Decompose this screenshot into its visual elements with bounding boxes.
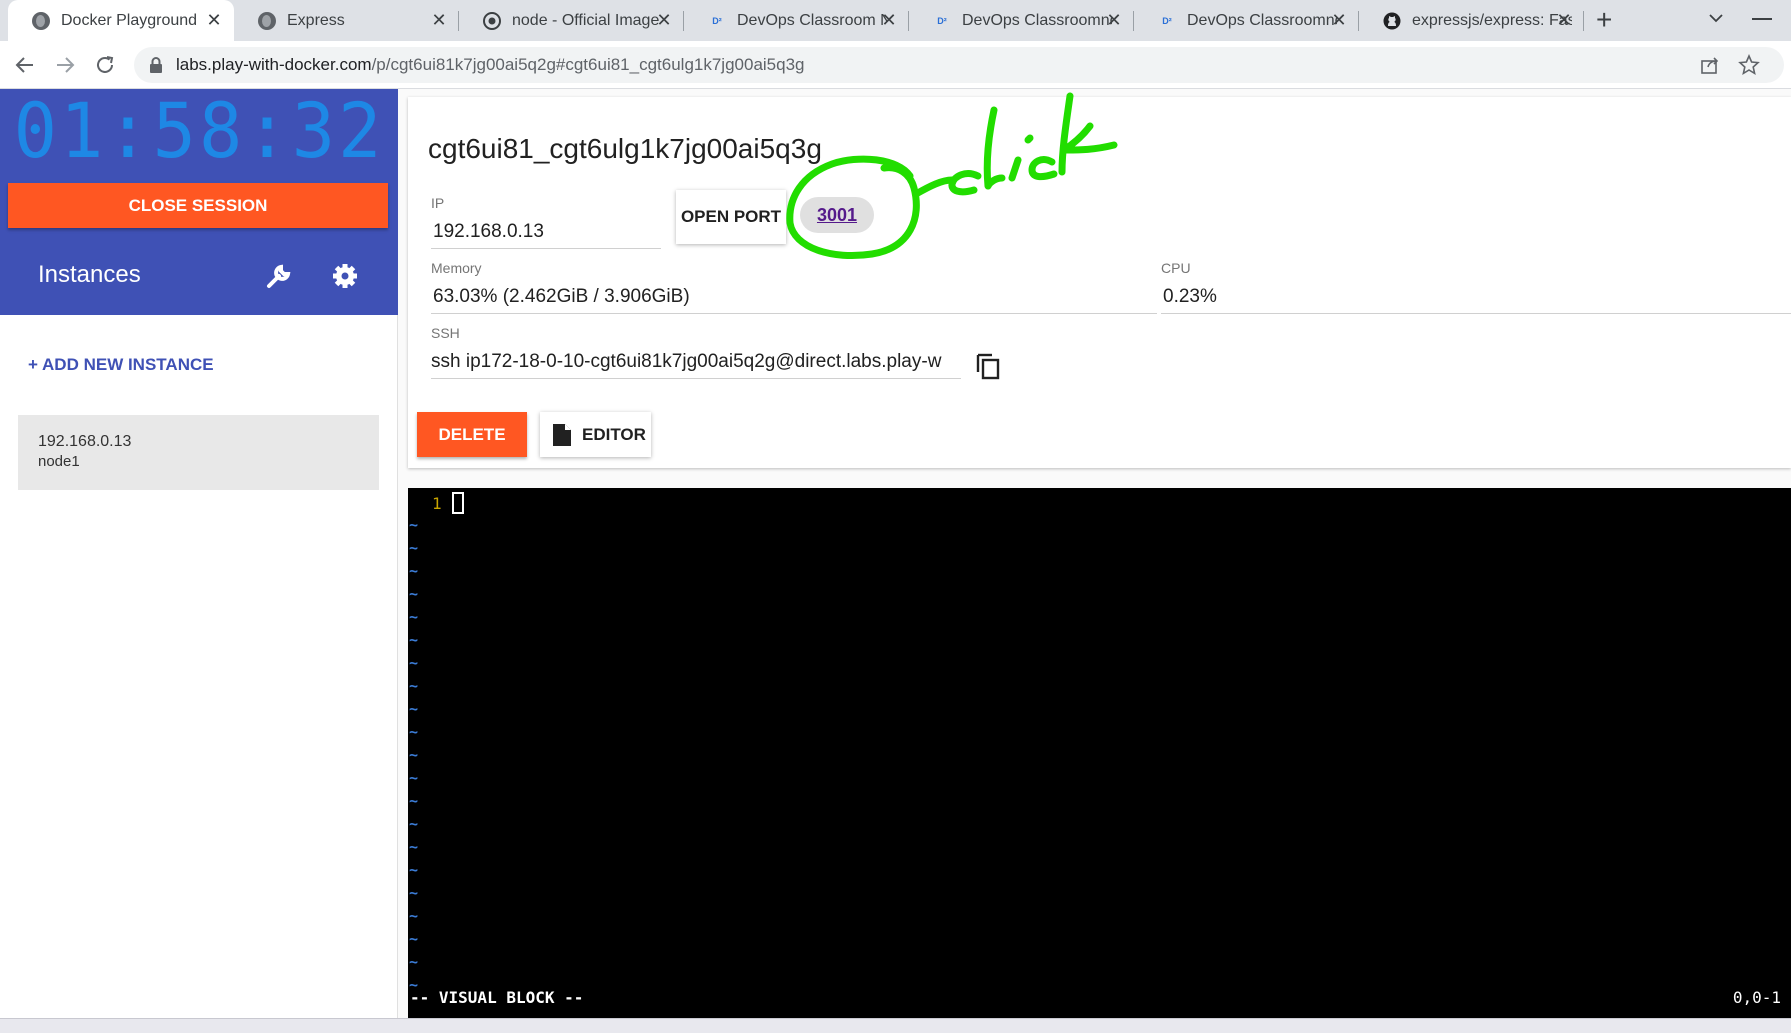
sidebar-instance-list: + ADD NEW INSTANCE 192.168.0.13 node1	[0, 315, 398, 1018]
vim-tilde: ~	[409, 838, 419, 856]
tab-express[interactable]: Express ✕	[234, 0, 459, 41]
tab-title: DevOps Classroomno	[1187, 11, 1337, 29]
vim-tilde: ~	[409, 585, 419, 603]
memory-value[interactable]: 63.03% (2.462GiB / 3.906GiB)	[433, 286, 690, 308]
vim-tilde: ~	[409, 792, 419, 810]
ssh-command-field[interactable]: ssh ip172-18-0-10-cgt6ui81k7jg00ai5q2g@d…	[431, 351, 961, 373]
vim-tilde: ~	[409, 723, 419, 741]
tab-devops-classroom-2[interactable]: D² DevOps Classroomnot ✕	[909, 0, 1134, 41]
new-tab-button[interactable]: +	[1596, 4, 1612, 36]
lock-icon[interactable]	[149, 57, 163, 73]
vim-tilde: ~	[409, 769, 419, 787]
tab-title: DevOps Classroomnot	[962, 11, 1112, 29]
tab-title: node - Official Image	[512, 11, 660, 29]
editor-button[interactable]: EDITOR	[540, 412, 651, 457]
delete-button[interactable]: DELETE	[417, 412, 527, 457]
back-arrow-icon[interactable]	[12, 52, 38, 78]
globe-icon	[258, 11, 276, 30]
close-icon[interactable]: ✕	[1329, 10, 1349, 30]
share-icon[interactable]	[1700, 55, 1720, 75]
terminal-cursor	[452, 492, 464, 514]
devops-icon: D²	[1162, 15, 1172, 26]
chevron-down-icon[interactable]	[1706, 8, 1726, 28]
instance-hostname: cgt6ui81_cgt6ulg1k7jg00ai5q3g	[428, 133, 822, 164]
vim-mode-indicator: -- VISUAL BLOCK --	[410, 988, 584, 1007]
docker-hub-icon	[483, 11, 501, 30]
vim-tilde: ~	[409, 539, 419, 557]
tab-title: expressjs/express: Fas	[1412, 11, 1572, 29]
instance-list-item[interactable]: 192.168.0.13 node1	[18, 415, 379, 490]
session-timer: 01:58:32	[13, 86, 385, 176]
vim-tilde: ~	[409, 930, 419, 948]
close-icon[interactable]: ✕	[1554, 10, 1574, 30]
instance-name: node1	[38, 453, 80, 470]
vim-tilde: ~	[409, 516, 419, 534]
vim-empty-lines: ~ ~ ~ ~ ~ ~ ~ ~ ~ ~ ~ ~ ~ ~ ~ ~ ~ ~ ~ ~ ~	[409, 514, 418, 997]
devops-icon: D²	[937, 15, 947, 26]
copy-icon[interactable]	[974, 351, 1004, 381]
click-annotation: click	[780, 78, 1130, 273]
wrench-icon[interactable]	[264, 261, 294, 291]
instance-ip: 192.168.0.13	[38, 433, 132, 450]
vim-cursor-position: 0,0-1	[1732, 988, 1781, 1007]
ip-value[interactable]: 192.168.0.13	[433, 221, 544, 243]
close-icon[interactable]: ✕	[654, 10, 674, 30]
tab-devops-classroom-3[interactable]: D² DevOps Classroomno ✕	[1134, 0, 1359, 41]
vim-tilde: ~	[409, 815, 419, 833]
tab-docker-playground[interactable]: Docker Playground ✕	[8, 0, 234, 41]
tab-title: DevOps Classroom No	[737, 11, 887, 29]
url-host: labs.play-with-docker.com	[176, 55, 372, 74]
vim-tilde: ~	[409, 953, 419, 971]
vim-tilde: ~	[409, 654, 419, 672]
tab-expressjs-github[interactable]: expressjs/express: Fas ✕	[1359, 0, 1584, 41]
devops-icon: D²	[712, 15, 722, 26]
reload-icon[interactable]	[92, 52, 118, 78]
tab-title: Docker Playground	[61, 11, 198, 29]
memory-label: Memory	[431, 260, 482, 276]
add-new-instance-button[interactable]: + ADD NEW INSTANCE	[28, 355, 214, 375]
tab-devops-classroom-1[interactable]: D² DevOps Classroom No ✕	[684, 0, 909, 41]
terminal[interactable]: 1 ~ ~ ~ ~ ~ ~ ~ ~ ~ ~ ~ ~ ~ ~ ~ ~ ~ ~ ~ ~ ~ -- VISUAL BLOCK …	[408, 488, 1791, 1018]
gear-icon[interactable]	[330, 261, 360, 291]
sidebar-header: 01:58:32 CLOSE SESSION Instances	[0, 86, 398, 315]
vim-tilde: ~	[409, 746, 419, 764]
browser-tab-bar: Docker Playground ✕ Express ✕ node - Off…	[0, 0, 1791, 41]
vim-tilde: ~	[409, 861, 419, 879]
close-session-button[interactable]: CLOSE SESSION	[8, 183, 388, 228]
globe-icon	[32, 11, 50, 30]
vim-tilde: ~	[409, 907, 419, 925]
vim-line-number: 1	[432, 494, 442, 513]
close-icon[interactable]: ✕	[429, 10, 449, 30]
os-taskbar	[0, 1018, 1791, 1033]
file-icon	[552, 423, 572, 447]
vim-tilde: ~	[409, 677, 419, 695]
forward-arrow-icon[interactable]	[52, 52, 78, 78]
vim-tilde: ~	[409, 884, 419, 902]
tab-node-official-image[interactable]: node - Official Image ✕	[459, 0, 684, 41]
vim-tilde: ~	[409, 631, 419, 649]
editor-button-label: EDITOR	[582, 424, 646, 444]
url-path: /p/cgt6ui81k7jg00ai5q2g#cgt6ui81_cgt6ulg…	[371, 55, 805, 74]
minimize-icon[interactable]	[1752, 18, 1772, 20]
github-icon	[1383, 12, 1401, 30]
cpu-label: CPU	[1161, 260, 1191, 276]
url-text: labs.play-with-docker.com/p/cgt6ui81k7jg…	[176, 55, 805, 75]
ssh-label: SSH	[431, 325, 460, 341]
vim-tilde: ~	[409, 608, 419, 626]
bookmark-star-icon[interactable]	[1738, 53, 1760, 76]
tab-title: Express	[287, 11, 345, 29]
close-icon[interactable]: ✕	[204, 10, 224, 30]
instances-title: Instances	[38, 261, 141, 288]
open-port-button[interactable]: OPEN PORT	[676, 190, 786, 244]
vim-tilde: ~	[409, 700, 419, 718]
cpu-value[interactable]: 0.23%	[1163, 286, 1217, 308]
vim-tilde: ~	[409, 562, 419, 580]
close-icon[interactable]: ✕	[879, 10, 899, 30]
close-icon[interactable]: ✕	[1104, 10, 1124, 30]
ip-label: IP	[431, 195, 445, 211]
